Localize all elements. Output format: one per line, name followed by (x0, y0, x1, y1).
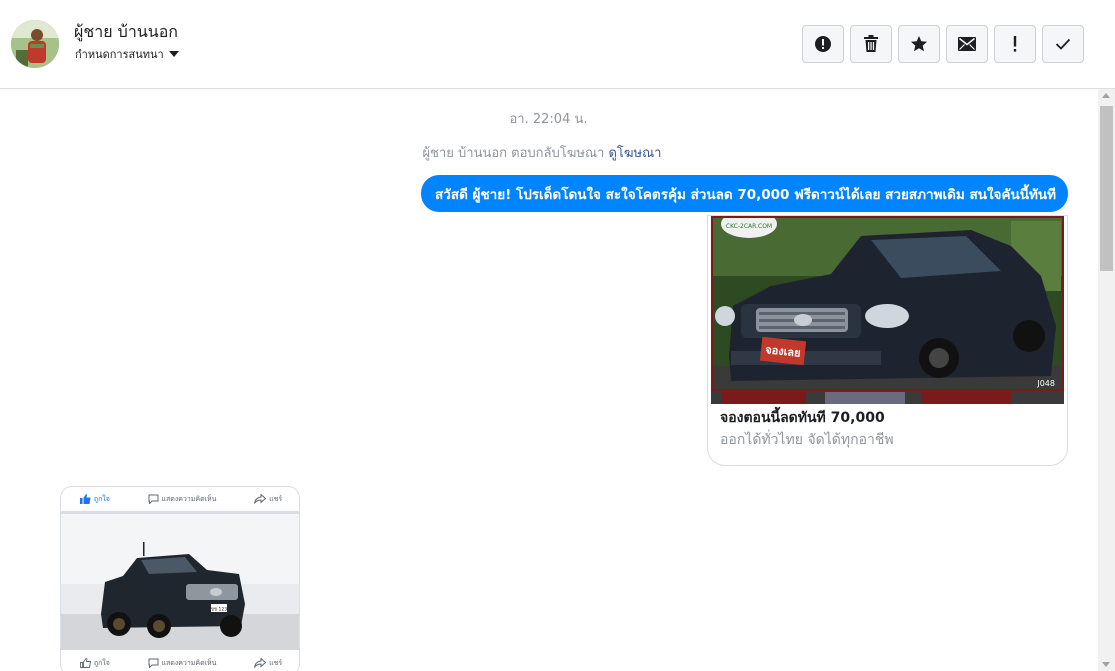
ad-image-logo: CKC-2CAR.COM (726, 223, 772, 230)
mark-unread-button[interactable] (946, 25, 988, 63)
share-icon (254, 658, 267, 668)
report-button[interactable] (802, 25, 844, 63)
star-icon (911, 36, 927, 52)
check-icon (1055, 38, 1071, 50)
view-ad-link[interactable]: ดูโฆษณา (608, 146, 661, 161)
conversation-settings-label: กำหนดการสนทนา (75, 48, 164, 61)
caret-down-icon (168, 51, 179, 57)
post-actions-bottom: ถูกใจ แสดงความคิดเห็น แชร์ (61, 651, 299, 671)
contact-avatar[interactable] (11, 20, 59, 68)
alert-circle-icon (815, 36, 831, 52)
trash-icon (864, 35, 878, 52)
ad-subtitle: ออกได้ทั่วไทย จัดได้ทุกอาชีพ (720, 432, 894, 448)
envelope-icon (958, 37, 976, 51)
comment-action[interactable]: แสดงความคิดเห็น (148, 658, 217, 669)
ad-card[interactable]: CKC-2CAR.COM จองเลย J048 จองตอนนี้ลดทันท… (707, 215, 1068, 466)
comment-action[interactable]: แสดงความคิดเห็น (148, 494, 217, 505)
like-label: ถูกใจ (93, 494, 110, 503)
spam-button[interactable] (994, 25, 1036, 63)
scroll-up-arrow-icon[interactable] (1102, 93, 1110, 98)
shared-post-card[interactable]: ถูกใจ แสดงความคิดเห็น แชร์ ขข 123 ถูกใจ … (60, 486, 300, 671)
scrollbar-thumb[interactable] (1100, 106, 1113, 271)
post-photo[interactable]: ขข 123 (61, 514, 299, 650)
contact-name[interactable]: ผู้ชาย บ้านนอก (74, 20, 178, 45)
like-label: ถูกใจ (93, 658, 110, 667)
conversation-settings-dropdown[interactable]: กำหนดการสนทนา (75, 45, 179, 63)
done-button[interactable] (1042, 25, 1084, 63)
comment-label: แสดงความคิดเห็น (161, 658, 217, 667)
share-label: แชร์ (269, 658, 283, 667)
comment-label: แสดงความคิดเห็น (161, 494, 217, 503)
star-button[interactable] (898, 25, 940, 63)
post-actions-top: ถูกใจ แสดงความคิดเห็น แชร์ (61, 487, 299, 511)
thread-scrollbar[interactable] (1098, 89, 1115, 671)
comment-icon (148, 494, 158, 504)
conversation-header: ผู้ชาย บ้านนอก กำหนดการสนทนา (0, 0, 1115, 89)
delete-button[interactable] (850, 25, 892, 63)
share-label: แชร์ (269, 494, 283, 503)
message-timestamp: อา. 22:04 น. (509, 112, 588, 127)
comment-icon (148, 658, 158, 668)
share-action[interactable]: แชร์ (254, 658, 282, 669)
scroll-down-arrow-icon[interactable] (1102, 662, 1110, 667)
ad-image[interactable]: CKC-2CAR.COM จองเลย J048 (711, 216, 1064, 404)
header-actions (802, 25, 1084, 63)
ad-reply-notice: ผู้ชาย บ้านนอก ตอบกลับโฆษณา ดูโฆษณา (0, 142, 1084, 163)
post-photo-plate: ขข 123 (211, 607, 227, 613)
share-action[interactable]: แชร์ (254, 494, 282, 505)
sent-message-bubble[interactable]: สวัสดี ผู้ชาย! โปรเด็ดโดนใจ สะใจโคตรคุ้ม… (421, 175, 1068, 212)
exclamation-icon (1013, 36, 1017, 52)
ad-image-code: J048 (1036, 379, 1055, 388)
share-icon (254, 494, 267, 504)
like-action[interactable]: ถูกใจ (79, 494, 110, 505)
like-action[interactable]: ถูกใจ (79, 658, 110, 669)
message-thread: อา. 22:04 น. ผู้ชาย บ้านนอก ตอบกลับโฆษณา… (0, 89, 1097, 671)
ad-reply-text: ผู้ชาย บ้านนอก ตอบกลับโฆษณา (422, 146, 605, 161)
thumbs-up-icon (79, 494, 91, 504)
ad-title: จองตอนนี้ลดทันที 70,000 (720, 410, 885, 426)
thumbs-up-icon (79, 658, 91, 668)
